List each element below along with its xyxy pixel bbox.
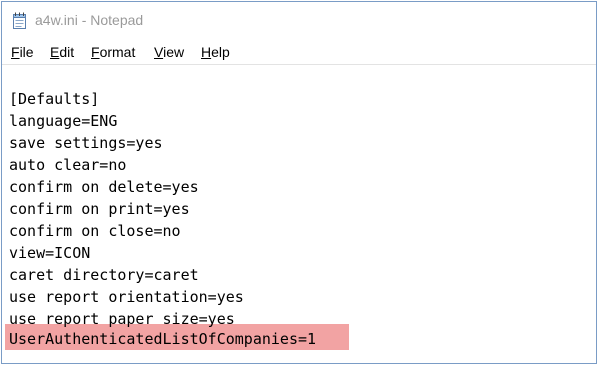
- menu-help-accelerator: H: [201, 44, 212, 60]
- editor-line: caret directory=caret: [9, 266, 199, 284]
- menu-view-accelerator: V: [154, 44, 164, 60]
- editor-line: use report orientation=yes: [9, 288, 244, 306]
- editor-line: save settings=yes: [9, 134, 163, 152]
- menu-help[interactable]: Help: [201, 43, 230, 61]
- window-title: a4w.ini - Notepad: [35, 12, 144, 28]
- editor-line: [Defaults]: [9, 90, 100, 108]
- menu-edit-accelerator: E: [50, 44, 60, 60]
- title-bar[interactable]: a4w.ini - Notepad: [2, 2, 596, 38]
- menu-file-label: ile: [19, 44, 34, 60]
- menu-help-label: elp: [211, 44, 230, 60]
- editor-line: confirm on close=no: [9, 222, 181, 240]
- menu-view-label: iew: [163, 44, 185, 60]
- menu-edit[interactable]: Edit: [50, 43, 74, 61]
- menu-format[interactable]: Format: [91, 43, 135, 61]
- editor-line: language=ENG: [9, 112, 118, 130]
- editor-line: confirm on print=yes: [9, 200, 190, 218]
- menu-bar: File Edit Format View Help: [2, 40, 596, 64]
- notepad-icon: [12, 12, 28, 29]
- menu-file[interactable]: File: [11, 43, 34, 61]
- notepad-window: a4w.ini - Notepad File Edit Format View …: [1, 1, 597, 364]
- menu-format-label: ormat: [99, 44, 136, 60]
- editor-line: use report paper size=yes: [9, 310, 235, 328]
- editor-line: auto clear=no: [9, 156, 127, 174]
- text-editor-area[interactable]: [Defaults] language=ENG save settings=ye…: [2, 65, 596, 363]
- menu-format-accelerator: F: [91, 44, 100, 60]
- menu-edit-label: dit: [59, 44, 75, 60]
- menu-file-accelerator: F: [11, 44, 20, 60]
- editor-line-highlighted: UserAuthenticatedListOfCompanies=1: [9, 330, 317, 348]
- editor-line: view=ICON: [9, 244, 91, 262]
- editor-line: confirm on delete=yes: [9, 178, 199, 196]
- menu-view[interactable]: View: [154, 43, 184, 61]
